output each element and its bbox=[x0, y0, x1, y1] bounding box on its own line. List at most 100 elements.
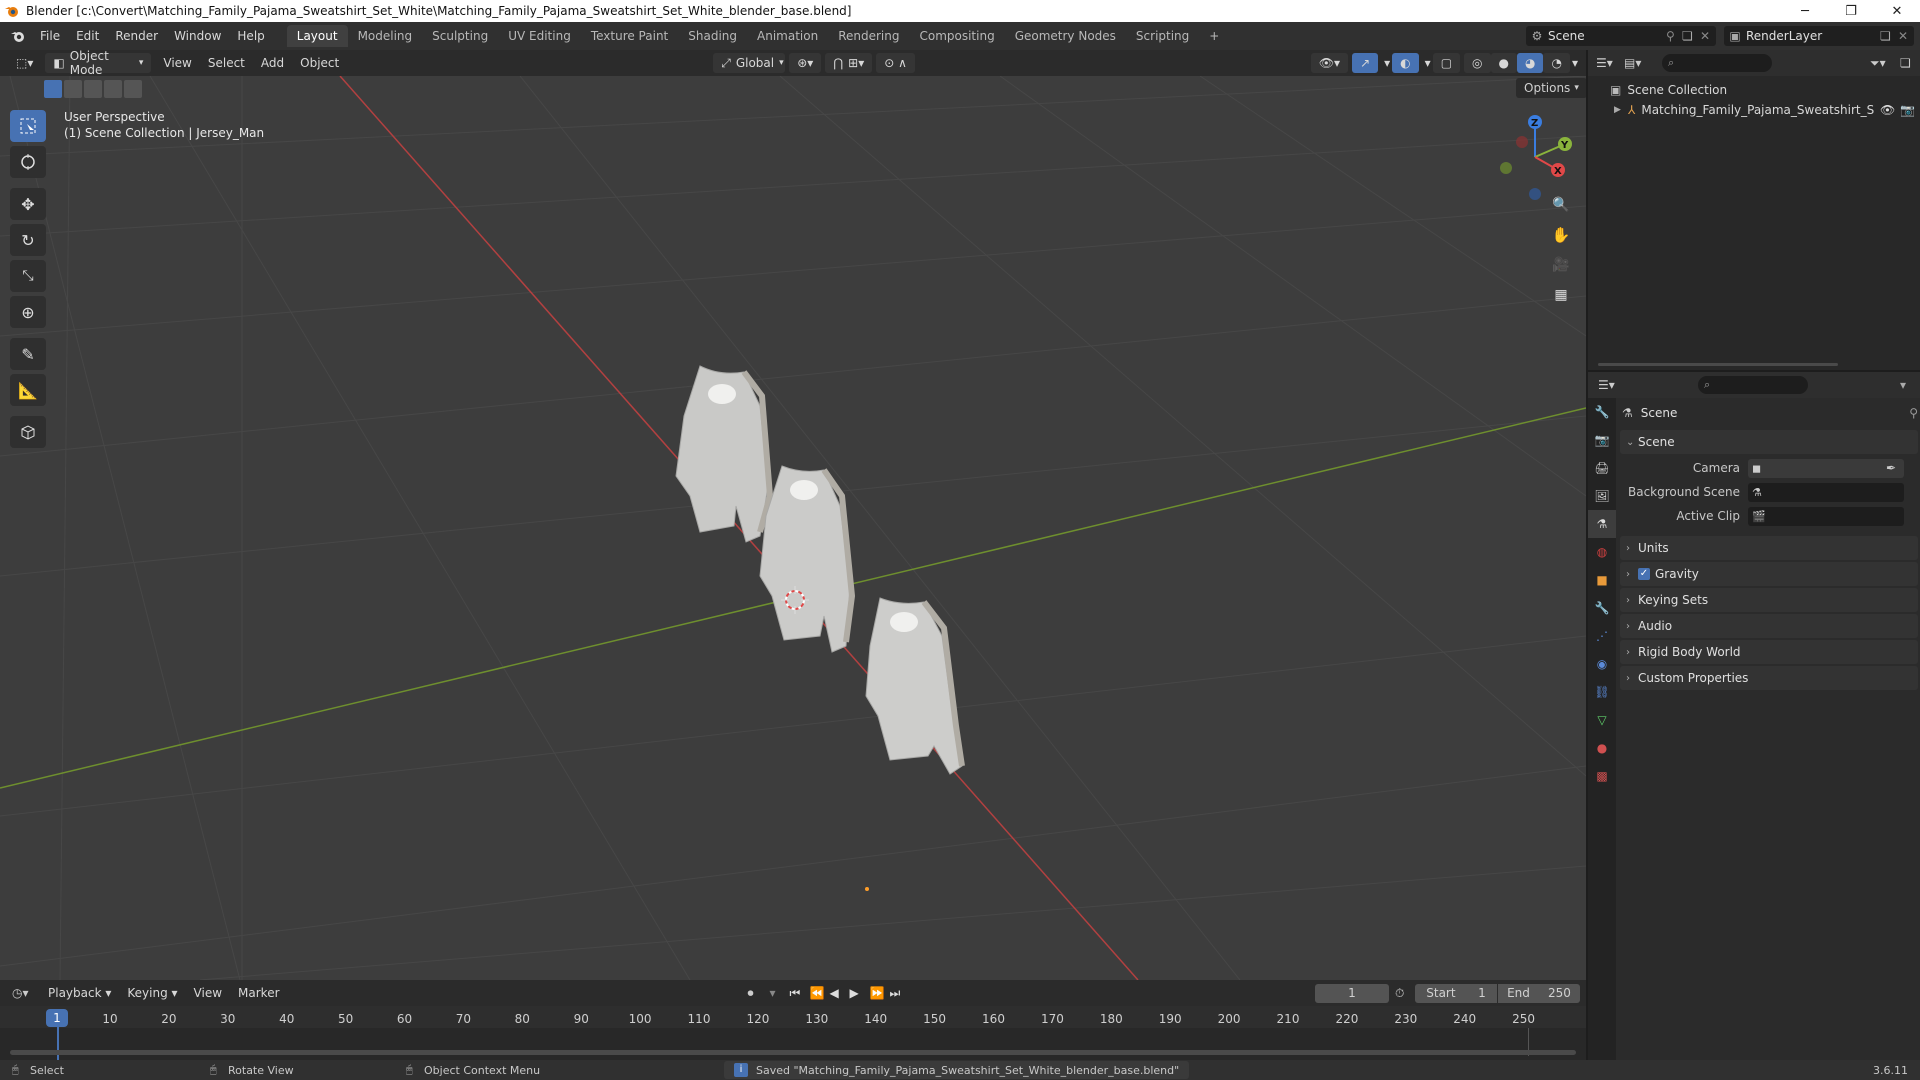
select-intersect-icon[interactable] bbox=[124, 80, 142, 98]
menu-help[interactable]: Help bbox=[229, 29, 272, 43]
play-reverse-button[interactable]: ◀ bbox=[830, 986, 850, 1000]
new-layer-icon[interactable]: ❏ bbox=[1880, 29, 1898, 43]
maximize-button[interactable]: ❐ bbox=[1828, 4, 1874, 19]
render-camera-icon[interactable]: 📷 bbox=[1900, 103, 1920, 117]
add-workspace-button[interactable]: + bbox=[1199, 25, 1229, 47]
tab-material[interactable]: ● bbox=[1588, 734, 1616, 762]
tab-modeling[interactable]: Modeling bbox=[348, 25, 423, 47]
panel-keying-sets[interactable]: › Keying Sets bbox=[1620, 588, 1918, 612]
outliner-search-input[interactable]: ⌕ bbox=[1662, 54, 1772, 72]
timeline-keying-menu[interactable]: Keying ▾ bbox=[119, 986, 185, 1000]
tab-shading[interactable]: Shading bbox=[678, 25, 747, 47]
options-button[interactable]: Options ▾ bbox=[1516, 78, 1586, 98]
outliner-scrollbar[interactable] bbox=[1598, 363, 1838, 366]
orientation-selector[interactable]: ⤢ Global ▾ bbox=[713, 53, 786, 73]
pin-icon[interactable]: ⚲ bbox=[1909, 406, 1918, 420]
menu-object[interactable]: Object bbox=[292, 56, 347, 70]
tab-uv-editing[interactable]: UV Editing bbox=[498, 25, 581, 47]
tab-view-layer[interactable]: 🖼 bbox=[1588, 482, 1616, 510]
tab-object[interactable]: ■ bbox=[1588, 566, 1616, 594]
display-mode-icon[interactable]: ▤▾ bbox=[1624, 56, 1658, 70]
properties-editor-icon[interactable]: ☰▾ bbox=[1588, 378, 1628, 392]
blender-menu-icon[interactable] bbox=[10, 28, 26, 44]
gizmo-dropdown[interactable]: ▾ bbox=[1382, 56, 1392, 70]
tab-rendering[interactable]: Rendering bbox=[828, 25, 909, 47]
jump-end-button[interactable]: ⏭ bbox=[890, 986, 910, 1001]
filter-icon[interactable]: ⏷▾ bbox=[1870, 56, 1900, 71]
tab-sculpting[interactable]: Sculpting bbox=[422, 25, 498, 47]
view-layer-selector[interactable]: ▣ RenderLayer ❏ ✕ bbox=[1724, 26, 1914, 46]
outliner-item[interactable]: ▶ ⅄ Matching_Family_Pajama_Sweatshirt_S … bbox=[1588, 100, 1920, 120]
select-box-tool[interactable] bbox=[10, 110, 46, 142]
stopwatch-icon[interactable]: ⏱ bbox=[1395, 986, 1415, 1001]
jump-start-button[interactable]: ⏮ bbox=[790, 986, 810, 1001]
tab-layout[interactable]: Layout bbox=[286, 25, 348, 47]
next-keyframe-button[interactable]: ⏩ bbox=[870, 986, 890, 1000]
gizmo-neg-z[interactable] bbox=[1529, 188, 1541, 200]
gizmo-neg-y[interactable] bbox=[1500, 162, 1512, 174]
minimize-button[interactable]: ─ bbox=[1782, 4, 1828, 19]
select-extend-icon[interactable] bbox=[64, 80, 82, 98]
xray-toggle[interactable]: ▢ bbox=[1432, 53, 1461, 73]
tab-data[interactable]: ▽ bbox=[1588, 706, 1616, 734]
tab-world[interactable]: ◍ bbox=[1588, 538, 1616, 566]
menu-view[interactable]: View bbox=[155, 56, 199, 70]
timeline-body[interactable]: 10 20 30 40 50 60 70 80 90 100 110 120 130 140 150 160 1… bbox=[0, 1006, 1586, 1060]
tab-constraints[interactable]: ⛓ bbox=[1588, 678, 1616, 706]
prev-keyframe-button[interactable]: ⏪ bbox=[810, 986, 830, 1000]
overlay-toggle[interactable]: ◐ bbox=[1392, 53, 1419, 73]
measure-tool[interactable]: 📐 bbox=[10, 374, 46, 406]
wireframe-shading[interactable]: ◎ bbox=[1464, 53, 1491, 73]
scale-tool[interactable]: ⤡ bbox=[10, 260, 46, 292]
sweatshirt-model-3[interactable] bbox=[865, 597, 965, 775]
outliner-editor-icon[interactable]: ☰▾ bbox=[1596, 56, 1624, 70]
overlay-dropdown[interactable]: ▾ bbox=[1423, 56, 1433, 70]
rendered-shading[interactable]: ◔ bbox=[1543, 53, 1570, 73]
sweatshirt-model-1[interactable] bbox=[675, 365, 774, 543]
proportional-edit-toggle[interactable]: ⊙ ∧ bbox=[876, 53, 915, 73]
scene-selector[interactable]: ⚙ Scene ⚲ ❏ ✕ bbox=[1526, 26, 1716, 46]
pan-button[interactable]: ✋ bbox=[1548, 222, 1574, 248]
play-button[interactable]: ▶ bbox=[850, 986, 870, 1000]
camera-view-button[interactable]: 🎥 bbox=[1548, 252, 1574, 278]
tab-output[interactable]: 🖨 bbox=[1588, 454, 1616, 482]
properties-search-input[interactable]: ⌕ bbox=[1698, 376, 1808, 394]
timeline-marker-menu[interactable]: Marker bbox=[230, 986, 287, 1000]
solid-shading[interactable]: ● bbox=[1490, 53, 1517, 73]
gizmo-toggle[interactable]: ↗ bbox=[1352, 53, 1379, 73]
new-scene-icon[interactable]: ❏ bbox=[1682, 29, 1700, 43]
rotate-tool[interactable]: ↻ bbox=[10, 224, 46, 256]
menu-add[interactable]: Add bbox=[253, 56, 292, 70]
tab-particles[interactable]: ⋰ bbox=[1588, 622, 1616, 650]
tab-animation[interactable]: Animation bbox=[747, 25, 828, 47]
end-frame-field[interactable]: End 250 bbox=[1498, 983, 1580, 1003]
tab-texture-paint[interactable]: Texture Paint bbox=[581, 25, 678, 47]
cursor-tool[interactable] bbox=[10, 146, 46, 178]
sweatshirt-model-2[interactable] bbox=[759, 465, 856, 653]
visibility-eye-icon[interactable]: 👁 bbox=[1880, 103, 1900, 117]
tab-physics[interactable]: ◉ bbox=[1588, 650, 1616, 678]
start-frame-field[interactable]: Start 1 bbox=[1415, 983, 1497, 1003]
menu-select[interactable]: Select bbox=[200, 56, 253, 70]
eyedropper-icon[interactable]: ✒ bbox=[1886, 461, 1904, 475]
mode-selector[interactable]: ◧ Object Mode ▾ bbox=[45, 49, 152, 77]
tab-scripting[interactable]: Scripting bbox=[1126, 25, 1199, 47]
menu-render[interactable]: Render bbox=[107, 29, 166, 43]
record-button[interactable]: ⏺ bbox=[748, 986, 770, 1001]
panel-audio[interactable]: › Audio bbox=[1620, 614, 1918, 638]
move-tool[interactable]: ✥ bbox=[10, 188, 46, 220]
tab-geometry-nodes[interactable]: Geometry Nodes bbox=[1005, 25, 1126, 47]
menu-window[interactable]: Window bbox=[166, 29, 229, 43]
tab-compositing[interactable]: Compositing bbox=[909, 25, 1004, 47]
gizmo-neg-x[interactable] bbox=[1516, 136, 1528, 148]
add-cube-tool[interactable] bbox=[10, 416, 46, 448]
timeline-scrollbar[interactable] bbox=[10, 1050, 1576, 1055]
active-clip-field[interactable]: 🎬 bbox=[1748, 506, 1904, 526]
tab-tool[interactable]: 🔧 bbox=[1588, 398, 1616, 426]
tab-scene[interactable]: ⚗ bbox=[1588, 510, 1616, 538]
panel-scene[interactable]: ⌄ Scene bbox=[1620, 430, 1918, 454]
properties-options-icon[interactable]: ▾ bbox=[1900, 378, 1920, 392]
menu-edit[interactable]: Edit bbox=[68, 29, 107, 43]
visibility-button[interactable]: 👁▾ bbox=[1310, 53, 1349, 73]
expand-arrow-icon[interactable]: ▶ bbox=[1614, 105, 1628, 115]
